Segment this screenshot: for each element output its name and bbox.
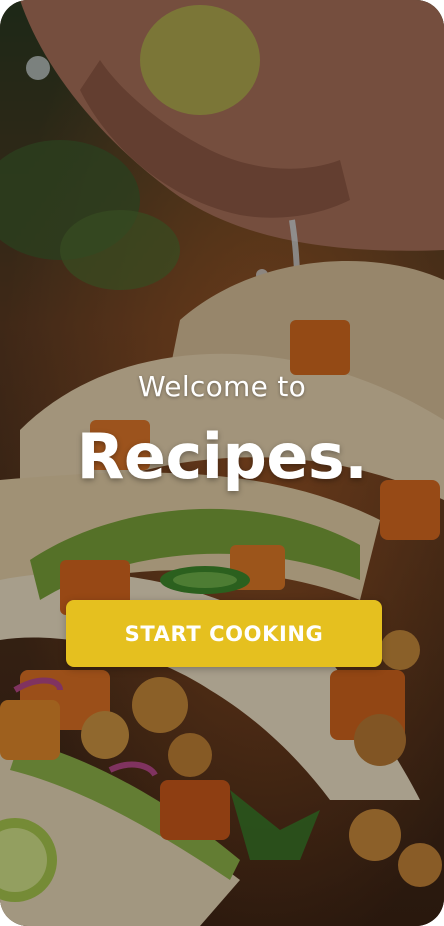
welcome-subtitle: Welcome to xyxy=(137,370,307,403)
app-title: Recipes. xyxy=(76,420,368,493)
start-cooking-button[interactable]: START COOKING xyxy=(66,600,382,667)
welcome-screen: Welcome to Recipes. START COOKING xyxy=(0,0,444,926)
